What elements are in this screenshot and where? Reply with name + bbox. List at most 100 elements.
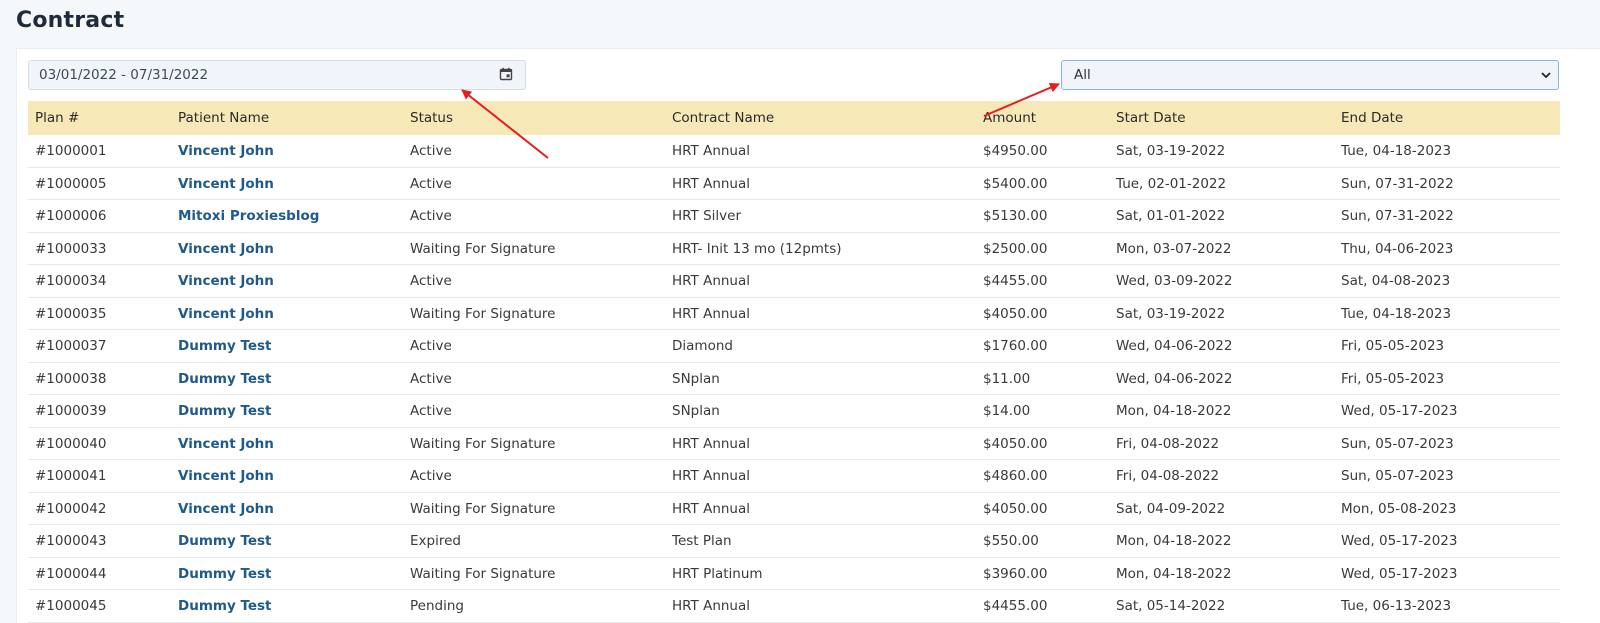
column-header: Amount bbox=[983, 110, 1037, 126]
contracts-table: Plan # Patient Name Status Contract Name Amo… bbox=[28, 101, 1560, 623]
table-cell: Mon, 03-07-2022 bbox=[1116, 240, 1232, 257]
column-header: Start Date bbox=[1116, 110, 1186, 126]
patient-name-link[interactable]: Vincent John bbox=[178, 265, 274, 297]
patient-name-link[interactable]: Dummy Test bbox=[178, 330, 272, 362]
patient-name-link[interactable]: Vincent John bbox=[178, 135, 274, 167]
table-cell: Mon, 04-18-2022 bbox=[1116, 403, 1232, 419]
table-body: #1000001 Vincent John Active HRT Annual $495… bbox=[28, 135, 1560, 623]
table-cell: SNplan bbox=[672, 370, 720, 387]
table-cell: Wed, 05-17-2023 bbox=[1341, 565, 1458, 582]
table-cell: #1000038 bbox=[35, 370, 107, 387]
table-row[interactable]: #1000037 Dummy Test Active Diamond $1760.00 W… bbox=[28, 330, 1560, 363]
table-row[interactable]: #1000035 Vincent John Waiting For Signatur… bbox=[28, 298, 1560, 330]
patient-name-link[interactable]: Dummy Test bbox=[178, 590, 272, 622]
patient-name-link[interactable]: Dummy Test bbox=[178, 558, 272, 590]
table-cell: #1000040 bbox=[35, 435, 107, 452]
table-cell: HRT Annual bbox=[672, 468, 751, 484]
table-row[interactable]: #1000045 Dummy Test Pending HRT Annual $4455… bbox=[28, 590, 1560, 623]
table-cell: Test Plan bbox=[672, 533, 732, 549]
table-cell: Active bbox=[410, 175, 452, 192]
table-cell: $4455.00 bbox=[983, 598, 1048, 614]
table-cell: #1000039 bbox=[35, 403, 107, 419]
table-cell: Tue, 02-01-2022 bbox=[1116, 175, 1227, 192]
table-row[interactable]: #1000038 Dummy Test Active SNplan $11.00 Wed,… bbox=[28, 363, 1560, 395]
table-cell: HRT Annual bbox=[672, 500, 751, 517]
patient-name-link[interactable]: Vincent John bbox=[178, 460, 274, 492]
table-cell: HRT Silver bbox=[672, 208, 742, 224]
table-row[interactable]: #1000042 Vincent John Waiting For Signatur… bbox=[28, 493, 1560, 525]
table-row[interactable]: #1000006 Mitoxi Proxiesblog Active HRT Silv… bbox=[28, 200, 1560, 233]
table-cell: Wed, 03-09-2022 bbox=[1116, 273, 1233, 289]
table-cell: HRT Annual bbox=[672, 598, 751, 614]
patient-name-link[interactable]: Mitoxi Proxiesblog bbox=[178, 200, 319, 232]
table-cell: $4950.00 bbox=[983, 143, 1048, 159]
table-cell: Fri, 04-08-2022 bbox=[1116, 468, 1220, 484]
table-cell: Sat, 01-01-2022 bbox=[1116, 208, 1226, 224]
table-cell: $4050.00 bbox=[983, 305, 1048, 322]
table-cell: HRT Platinum bbox=[672, 565, 763, 582]
table-row[interactable]: #1000039 Dummy Test Active SNplan $14.00 Mon,… bbox=[28, 395, 1560, 428]
table-row[interactable]: #1000041 Vincent John Active HRT Annual $486… bbox=[28, 460, 1560, 493]
patient-name-link[interactable]: Dummy Test bbox=[178, 525, 272, 557]
table-cell: $550.00 bbox=[983, 533, 1039, 549]
table-cell: $1760.00 bbox=[983, 338, 1048, 354]
table-cell: Fri, 05-05-2023 bbox=[1341, 338, 1445, 354]
table-cell: Wed, 05-17-2023 bbox=[1341, 403, 1458, 419]
table-cell: #1000045 bbox=[35, 598, 107, 614]
table-cell: Tue, 04-18-2023 bbox=[1341, 143, 1452, 159]
table-cell: $5130.00 bbox=[983, 208, 1048, 224]
table-cell: Mon, 04-18-2022 bbox=[1116, 533, 1232, 549]
status-filter-select[interactable]: All bbox=[1061, 60, 1559, 90]
patient-name-link[interactable]: Vincent John bbox=[178, 298, 274, 330]
patient-name-link[interactable]: Vincent John bbox=[178, 493, 274, 525]
table-cell: #1000005 bbox=[35, 175, 107, 192]
table-cell: Waiting For Signature bbox=[410, 500, 556, 517]
patient-name-link[interactable]: Dummy Test bbox=[178, 395, 272, 427]
table-cell: #1000042 bbox=[35, 500, 107, 517]
table-header: Plan # Patient Name Status Contract Name Amo… bbox=[28, 101, 1560, 135]
table-row[interactable]: #1000005 Vincent John Active HRT Annual $540… bbox=[28, 168, 1560, 200]
table-cell: Sun, 07-31-2022 bbox=[1341, 208, 1454, 224]
table-cell: Waiting For Signature bbox=[410, 305, 556, 322]
table-cell: Active bbox=[410, 468, 452, 484]
patient-name-link[interactable]: Vincent John bbox=[178, 428, 274, 460]
patient-name-link[interactable]: Vincent John bbox=[178, 168, 274, 200]
table-row[interactable]: #1000044 Dummy Test Waiting For Signature H… bbox=[28, 558, 1560, 590]
table-cell: $5400.00 bbox=[983, 175, 1048, 192]
page-title: Contract bbox=[16, 8, 125, 33]
table-cell: Tue, 04-18-2023 bbox=[1341, 305, 1452, 322]
table-cell: Sat, 04-09-2022 bbox=[1116, 500, 1226, 517]
table-cell: Pending bbox=[410, 598, 464, 614]
table-cell: Active bbox=[410, 208, 452, 224]
table-cell: $4050.00 bbox=[983, 500, 1048, 517]
table-cell: Wed, 04-06-2022 bbox=[1116, 338, 1233, 354]
calendar-icon[interactable] bbox=[499, 67, 513, 81]
table-cell: $4860.00 bbox=[983, 468, 1048, 484]
table-row[interactable]: #1000033 Vincent John Waiting For Signatur… bbox=[28, 233, 1560, 265]
table-cell: Active bbox=[410, 403, 452, 419]
table-cell: HRT Annual bbox=[672, 305, 751, 322]
table-cell: Waiting For Signature bbox=[410, 435, 556, 452]
table-cell: #1000001 bbox=[35, 143, 107, 159]
table-row[interactable]: #1000034 Vincent John Active HRT Annual $445… bbox=[28, 265, 1560, 298]
table-cell: HRT Annual bbox=[672, 175, 751, 192]
patient-name-link[interactable]: Dummy Test bbox=[178, 363, 272, 395]
column-header: Status bbox=[410, 110, 454, 126]
table-cell: Tue, 06-13-2023 bbox=[1341, 598, 1452, 614]
table-cell: HRT Annual bbox=[672, 273, 751, 289]
table-cell: Sat, 03-19-2022 bbox=[1116, 143, 1226, 159]
patient-name-link[interactable]: Vincent John bbox=[178, 233, 274, 265]
column-header: Plan # bbox=[35, 110, 80, 126]
table-cell: Diamond bbox=[672, 338, 733, 354]
table-cell: #1000033 bbox=[35, 240, 107, 257]
date-range-input[interactable]: 03/01/2022 - 07/31/2022 bbox=[28, 60, 526, 90]
table-cell: HRT- Init 13 mo (12pmts) bbox=[672, 240, 842, 257]
table-row[interactable]: #1000040 Vincent John Waiting For Signatur… bbox=[28, 428, 1560, 460]
table-cell: Waiting For Signature bbox=[410, 240, 556, 257]
column-header: Patient Name bbox=[178, 110, 270, 126]
table-row[interactable]: #1000043 Dummy Test Expired Test Plan $550.0… bbox=[28, 525, 1560, 558]
table-cell: Active bbox=[410, 338, 452, 354]
column-header: Contract Name bbox=[672, 110, 775, 126]
table-cell: Waiting For Signature bbox=[410, 565, 556, 582]
table-row[interactable]: #1000001 Vincent John Active HRT Annual $495… bbox=[28, 135, 1560, 168]
